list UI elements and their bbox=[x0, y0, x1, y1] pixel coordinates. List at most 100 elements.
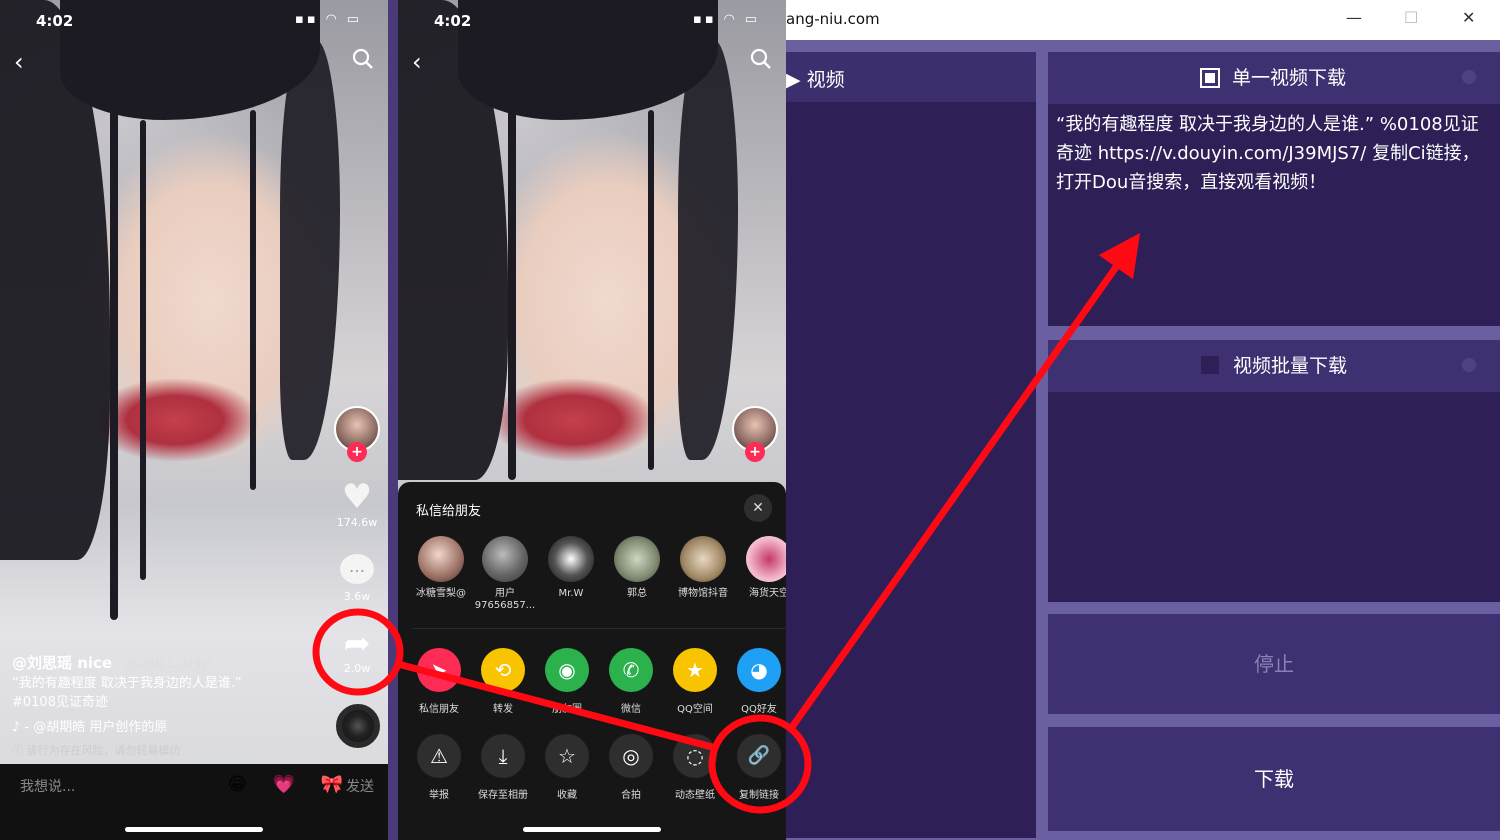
downloader-window: ang-niu.com — ☐ ✕ ▶ 视频 单一视频下载 “我的有趣程度 取决… bbox=[786, 0, 1500, 840]
report-label: 举报 bbox=[429, 790, 449, 801]
sheet-divider bbox=[412, 628, 786, 629]
comment-button[interactable]: … 3.6w bbox=[332, 550, 382, 603]
quick-emojis[interactable]: 😁 💗 🎀 bbox=[228, 774, 353, 795]
download-button[interactable]: 下载 bbox=[1048, 727, 1500, 831]
phone-video-view: 4:02 ▪▪ ◠ ▭ ‹ + ♥ 174.6w … 3.6w ➦ 2.0w @… bbox=[0, 0, 388, 840]
like-button[interactable]: ♥ 174.6w bbox=[332, 478, 382, 529]
copy-link-label: 复制链接 bbox=[739, 790, 779, 801]
comment-input[interactable]: 我想说... bbox=[20, 776, 75, 796]
share-repost[interactable]: ⟲ 转发 bbox=[472, 648, 534, 715]
send-icon: ➤ bbox=[417, 648, 461, 692]
music-line[interactable]: ♪ - @胡期皓 用户创作的原 bbox=[12, 718, 312, 737]
category-pane: ▶ 视频 bbox=[786, 52, 1036, 838]
follow-plus-icon[interactable]: + bbox=[347, 442, 367, 462]
single-download-title: 单一视频下载 bbox=[1231, 67, 1346, 89]
close-icon[interactable]: ✕ bbox=[744, 494, 772, 522]
save-to-album-action[interactable]: ⤓ 保存至相册 bbox=[472, 734, 534, 801]
status-icons: ▪▪ ◠ ▭ bbox=[295, 12, 362, 27]
share-qzone[interactable]: ★ QQ空间 bbox=[664, 648, 726, 715]
share-dm[interactable]: ➤ 私信朋友 bbox=[408, 648, 470, 715]
batch-link-input[interactable] bbox=[1048, 392, 1500, 602]
minimize-icon[interactable]: — bbox=[1346, 8, 1362, 27]
comment-count: 3.6w bbox=[343, 590, 371, 603]
send-button[interactable]: 发送 bbox=[346, 776, 374, 796]
friend-avatar bbox=[614, 536, 660, 582]
save-to-album-label: 保存至相册 bbox=[478, 790, 528, 801]
share-dm-label: 私信朋友 bbox=[419, 704, 459, 715]
close-window-icon[interactable]: ✕ bbox=[1462, 8, 1475, 27]
share-moments[interactable]: ◉ 朋友圈 bbox=[536, 648, 598, 715]
share-button[interactable]: ➦ 2.0w bbox=[332, 624, 382, 675]
status-bar: 4:02 ▪▪ ◠ ▭ bbox=[398, 0, 786, 40]
single-download-header[interactable]: 单一视频下载 bbox=[1048, 52, 1500, 104]
author-name[interactable]: @刘思瑶 nice bbox=[12, 654, 112, 672]
duet-action[interactable]: ◎ 合拍 bbox=[600, 734, 662, 801]
batch-download-panel: 视频批量下载 bbox=[1048, 340, 1500, 602]
home-indicator bbox=[125, 827, 263, 832]
warning-icon: ⚠ bbox=[417, 734, 461, 778]
risk-warning: ⓘ 该行为存在风险，请勿轻易模仿 bbox=[12, 744, 181, 757]
friend-name: 用户 97656857... bbox=[474, 588, 536, 611]
search-icon[interactable] bbox=[750, 48, 772, 70]
video-category[interactable]: ▶ 视频 bbox=[786, 52, 1036, 102]
report-action[interactable]: ⚠ 举报 bbox=[408, 734, 470, 801]
search-icon[interactable] bbox=[352, 48, 374, 70]
single-download-checkbox[interactable] bbox=[1199, 68, 1220, 88]
friend-avatar bbox=[482, 536, 528, 582]
creator-avatar-group[interactable]: + bbox=[332, 406, 382, 462]
video-caption: @刘思瑶 nice · 2020年12月9日 “我的有趣程度 取决于我身边的人是… bbox=[12, 654, 312, 760]
favorite-label: 收藏 bbox=[557, 790, 577, 801]
maximize-icon[interactable]: ☐ bbox=[1404, 8, 1418, 27]
friend-name: 海货天空 bbox=[749, 588, 786, 599]
share-action-row: ⚠ 举报 ⤓ 保存至相册 ☆ 收藏 ◎ 合拍 ◌ 动态壁纸 🔗 复制链接 bbox=[398, 734, 786, 804]
top-nav: ‹ bbox=[0, 48, 388, 78]
share-sheet: 私信给朋友 ✕ 冰糖雪梨@ 用户 97656857... Mr.W 郭总 博物馆… bbox=[398, 482, 786, 840]
live-wallpaper-label: 动态壁纸 bbox=[675, 790, 715, 801]
friend-item[interactable]: 郭总 bbox=[604, 536, 670, 600]
image-divider bbox=[388, 0, 398, 840]
stop-button[interactable]: 停止 bbox=[1048, 614, 1500, 714]
friend-name: Mr.W bbox=[558, 588, 584, 599]
batch-download-header[interactable]: 视频批量下载 bbox=[1048, 340, 1500, 392]
music-disc[interactable] bbox=[336, 704, 380, 748]
status-time: 4:02 bbox=[36, 12, 74, 30]
status-bar: 4:02 ▪▪ ◠ ▭ bbox=[0, 0, 388, 40]
friend-item[interactable]: 冰糖雪梨@ bbox=[408, 536, 474, 600]
back-icon[interactable]: ‹ bbox=[14, 48, 24, 76]
live-wallpaper-action[interactable]: ◌ 动态壁纸 bbox=[664, 734, 726, 801]
download-icon: ⤓ bbox=[481, 734, 525, 778]
status-dot bbox=[1462, 70, 1476, 84]
share-qq[interactable]: ◕ QQ好友 bbox=[728, 648, 786, 715]
qzone-icon: ★ bbox=[673, 648, 717, 692]
like-count: 174.6w bbox=[336, 516, 378, 529]
share-wechat[interactable]: ✆ 微信 bbox=[600, 648, 662, 715]
top-nav: ‹ bbox=[398, 48, 786, 78]
status-dot bbox=[1462, 358, 1476, 372]
single-link-input[interactable]: “我的有趣程度 取决于我身边的人是谁.” %0108见证奇迹 https://v… bbox=[1048, 104, 1500, 203]
creator-avatar-group[interactable]: + bbox=[730, 406, 780, 462]
friend-item[interactable]: 用户 97656857... bbox=[472, 536, 538, 612]
qq-icon: ◕ bbox=[737, 648, 781, 692]
share-count: 2.0w bbox=[343, 662, 371, 675]
share-sheet-title: 私信给朋友 bbox=[416, 504, 482, 519]
window-titlebar: ang-niu.com — ☐ ✕ bbox=[786, 0, 1500, 40]
friend-item[interactable]: Mr.W bbox=[538, 536, 604, 600]
friend-name: 冰糖雪梨@ bbox=[416, 588, 466, 599]
hashtag[interactable]: #0108见证奇迹 bbox=[12, 693, 312, 712]
share-moments-label: 朋友圈 bbox=[552, 704, 582, 715]
friend-name: 博物馆抖音 bbox=[678, 588, 728, 599]
friend-item[interactable]: 海货天空 bbox=[736, 536, 786, 600]
batch-download-checkbox[interactable] bbox=[1200, 356, 1219, 374]
friend-avatar bbox=[548, 536, 594, 582]
wechat-icon: ✆ bbox=[609, 648, 653, 692]
copy-link-action[interactable]: 🔗 复制链接 bbox=[728, 734, 786, 801]
star-icon: ☆ bbox=[545, 734, 589, 778]
follow-plus-icon[interactable]: + bbox=[745, 442, 765, 462]
friend-item[interactable]: 博物馆抖音 bbox=[670, 536, 736, 600]
repost-icon: ⟲ bbox=[481, 648, 525, 692]
back-icon[interactable]: ‹ bbox=[412, 48, 422, 76]
favorite-action[interactable]: ☆ 收藏 bbox=[536, 734, 598, 801]
share-wechat-label: 微信 bbox=[621, 704, 641, 715]
friend-name: 郭总 bbox=[627, 588, 647, 599]
heart-icon: ♥ bbox=[341, 477, 373, 517]
